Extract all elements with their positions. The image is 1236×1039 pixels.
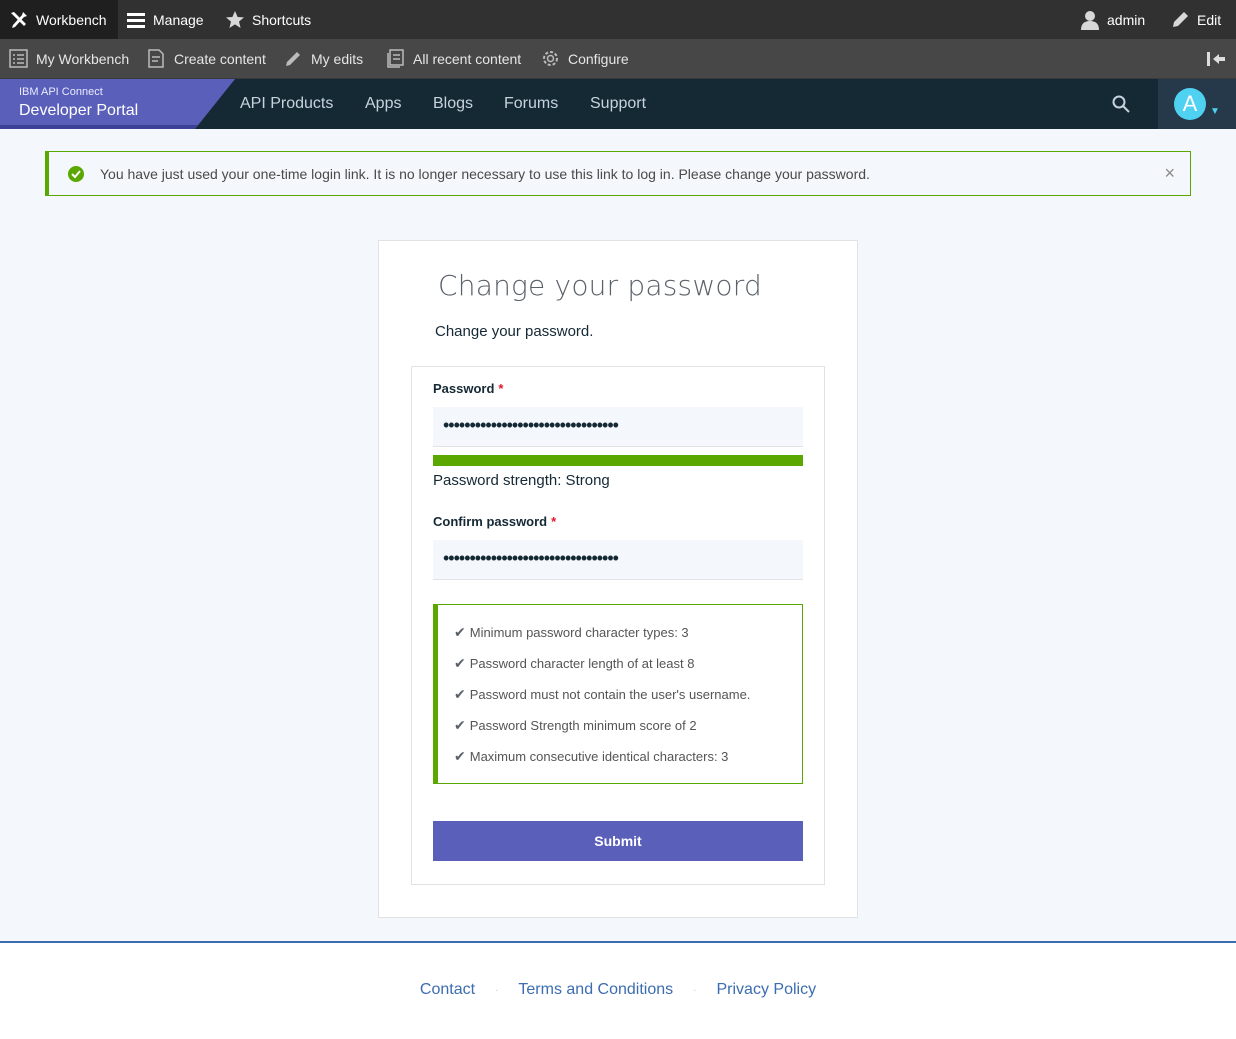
confirm-password-field[interactable]: ••••••••••••••••••••••••••••••••• <box>433 540 803 580</box>
search-button[interactable] <box>1108 91 1134 117</box>
gear-icon <box>543 51 558 66</box>
manage-label: Manage <box>153 11 204 28</box>
nav-api-products[interactable]: API Products <box>240 79 333 129</box>
avatar: A <box>1174 88 1206 120</box>
user-tab[interactable]: admin <box>1080 0 1145 39</box>
brand-logo[interactable]: IBM API Connect Developer Portal <box>0 79 235 129</box>
pencil-icon <box>286 52 300 66</box>
intro-text: Change your password. <box>435 323 594 340</box>
tray-my-workbench[interactable]: My Workbench <box>9 39 129 78</box>
tray-create-content-label: Create content <box>174 50 266 67</box>
password-form: Password * ••••••••••••••••••••••••••••••… <box>411 366 825 885</box>
workbench-label: Workbench <box>36 11 107 28</box>
list-item: ✔ Password must not contain the user's us… <box>454 686 751 702</box>
menu-icon <box>127 12 145 28</box>
footer-separator: · <box>693 984 697 996</box>
required-mark: * <box>498 381 504 396</box>
password-strength-bar <box>433 455 803 466</box>
user-icon <box>1081 10 1099 30</box>
collapse-left-icon <box>1207 51 1225 66</box>
password-strength-text: Password strength: Strong <box>433 472 610 489</box>
tray-my-edits[interactable]: My edits <box>284 39 363 78</box>
change-password-card: Change your password Change your passwor… <box>378 240 858 918</box>
required-mark: * <box>551 514 557 529</box>
tray-orientation-toggle[interactable] <box>1206 39 1226 78</box>
tools-icon <box>11 11 27 28</box>
footer-link-contact[interactable]: Contact <box>420 981 475 999</box>
footer-link-privacy[interactable]: Privacy Policy <box>717 981 817 999</box>
password-strength-fill <box>433 455 803 466</box>
checkmark-icon: ✔ <box>454 748 466 764</box>
nav-support[interactable]: Support <box>590 79 646 129</box>
nav-apps[interactable]: Apps <box>365 79 401 129</box>
documents-icon <box>387 49 404 68</box>
checkmark-icon: ✔ <box>454 624 466 640</box>
check-circle-icon <box>68 165 84 182</box>
brand-title: Developer Portal <box>19 102 139 119</box>
close-icon[interactable]: × <box>1164 163 1175 184</box>
tray-all-recent-label: All recent content <box>413 50 522 67</box>
nav-forums[interactable]: Forums <box>504 79 558 129</box>
tray-my-edits-label: My edits <box>311 50 364 67</box>
list-item: ✔ Password Strength minimum score of 2 <box>454 717 697 733</box>
manage-tab[interactable]: Manage <box>126 0 204 39</box>
checkmark-icon: ✔ <box>454 655 466 671</box>
list-item: ✔ Password character length of at least 8 <box>454 655 695 671</box>
edit-label: Edit <box>1197 11 1222 28</box>
shortcuts-label: Shortcuts <box>252 11 312 28</box>
chevron-down-icon: ▼ <box>1210 106 1220 117</box>
footer-separator: · <box>495 984 499 996</box>
tray-configure[interactable]: Configure <box>541 39 629 78</box>
status-message-text: You have just used your one-time login l… <box>100 165 870 182</box>
brand-subtitle: IBM API Connect <box>19 86 103 98</box>
confirm-password-label: Confirm password * <box>433 514 557 529</box>
search-icon <box>1112 95 1130 113</box>
admin-toolbar: Workbench Manage Shortcuts admin Edit <box>0 0 1236 39</box>
tray-all-recent[interactable]: All recent content <box>386 39 521 78</box>
checkmark-icon: ✔ <box>454 686 466 702</box>
site-header: IBM API Connect Developer Portal API Pro… <box>0 79 1236 129</box>
shortcuts-tab[interactable]: Shortcuts <box>225 0 311 39</box>
password-policy-list: ✔ Minimum password character types: 3 ✔ Pa… <box>433 604 803 784</box>
checklist-icon <box>9 49 28 68</box>
checkmark-icon: ✔ <box>454 717 466 733</box>
pencil-icon <box>1173 11 1188 27</box>
toolbar-tray: My Workbench Create content My edits All… <box>0 39 1236 79</box>
edit-tab[interactable]: Edit <box>1170 0 1221 39</box>
star-icon <box>226 10 244 28</box>
workbench-tab[interactable]: Workbench <box>0 0 118 39</box>
user-menu[interactable]: A ▼ <box>1158 79 1236 129</box>
list-item: ✔ Minimum password character types: 3 <box>454 624 689 640</box>
user-label: admin <box>1107 11 1146 28</box>
password-field[interactable]: ••••••••••••••••••••••••••••••••• <box>433 407 803 447</box>
list-item: ✔ Maximum consecutive identical character… <box>454 748 729 764</box>
tray-create-content[interactable]: Create content <box>147 39 266 78</box>
document-add-icon <box>148 49 164 68</box>
site-footer: Contact · Terms and Conditions · Privacy… <box>0 941 1236 1039</box>
nav-blogs[interactable]: Blogs <box>433 79 473 129</box>
tray-my-workbench-label: My Workbench <box>36 50 130 67</box>
status-message: You have just used your one-time login l… <box>45 151 1191 196</box>
submit-button[interactable]: Submit <box>433 821 803 861</box>
password-label: Password * <box>433 381 504 396</box>
footer-link-terms[interactable]: Terms and Conditions <box>518 981 673 999</box>
tray-configure-label: Configure <box>568 50 629 67</box>
page-title: Change your password <box>438 269 762 302</box>
